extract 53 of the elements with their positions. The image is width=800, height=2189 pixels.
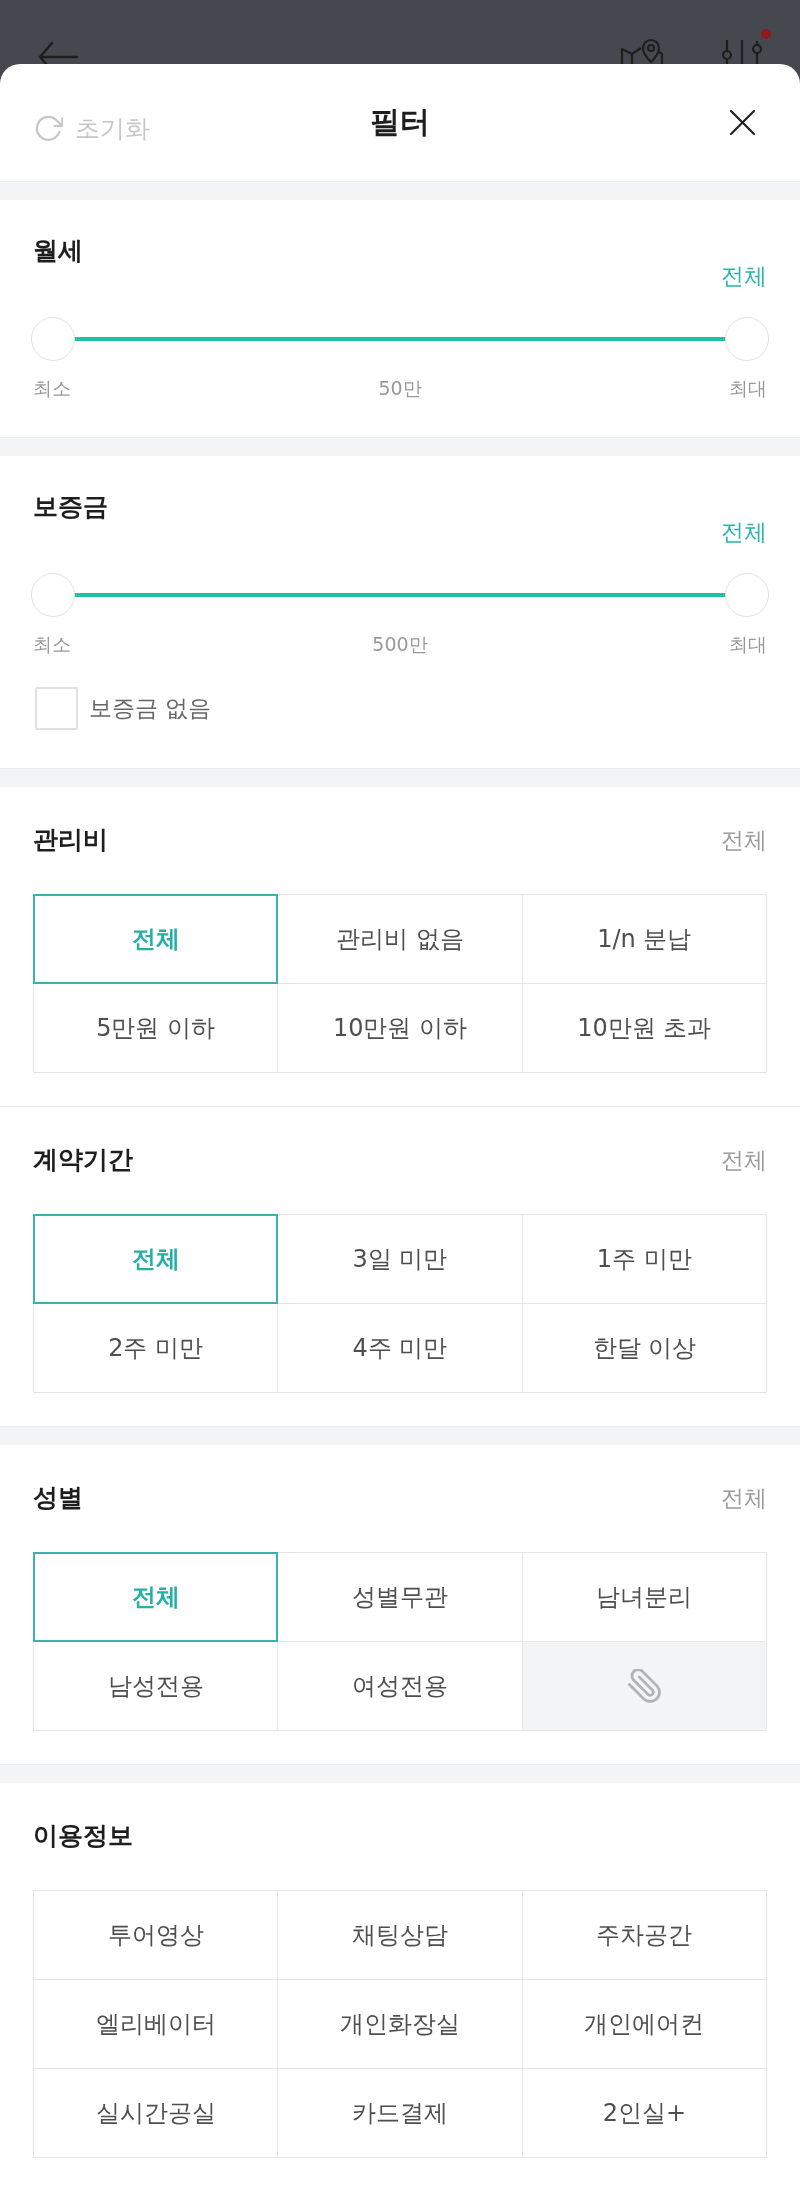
paperclip-icon [627,1669,662,1703]
section-title: 관리비 [33,826,108,854]
max-label: 최대 [729,633,767,655]
option-button[interactable]: 한달 이상 [522,1304,766,1392]
map-pin-icon[interactable] [620,37,664,64]
option-button[interactable]: 남성전용 [34,1642,278,1730]
min-label: 최소 [33,633,71,655]
refresh-icon [35,114,63,143]
option-button[interactable]: 성별무관 [278,1553,522,1641]
sliders-icon[interactable] [721,40,763,64]
option-button[interactable]: 관리비 없음 [278,895,522,983]
close-icon [729,109,756,136]
option-button[interactable]: 10만원 초과 [522,984,766,1072]
option-button[interactable]: 카드결제 [278,2069,522,2157]
slider-thumb[interactable] [31,317,75,361]
mid-label: 50만 [378,377,422,399]
filter-value: 전체 [721,263,767,289]
option-button[interactable]: 4주 미만 [278,1304,522,1392]
mid-label: 500만 [372,633,428,655]
section-title: 계약기간 [33,1146,133,1174]
option-button[interactable]: 개인화장실 [278,1980,522,2068]
option-button[interactable]: 3일 미만 [278,1215,522,1303]
slider-thumb[interactable] [725,573,769,617]
min-label: 최소 [33,377,71,399]
close-button[interactable] [729,109,756,136]
option-button[interactable]: 투어영상 [34,1891,278,1979]
slider-thumb[interactable] [31,573,75,617]
max-label: 최대 [729,377,767,399]
checkbox-label: 보증금 없음 [89,694,212,723]
section-title: 성별 [33,1484,83,1512]
option-button[interactable]: 엘리베이터 [34,1980,278,2068]
option-button[interactable]: 채팅상담 [278,1891,522,1979]
option-button[interactable]: 5만원 이하 [34,984,278,1072]
option-button[interactable]: 2주 미만 [34,1304,278,1392]
section-title: 보증금 [33,495,108,519]
option-button[interactable]: 2인실+ [522,2069,766,2157]
option-button[interactable]: 1/n 분납 [522,895,766,983]
option-button[interactable]: 주차공간 [522,1891,766,1979]
slider-thumb[interactable] [725,317,769,361]
filter-value: 전체 [721,519,767,545]
checkbox[interactable] [35,687,78,730]
option-button[interactable]: 실시간공실 [34,2069,278,2157]
filter-value: 전체 [721,1146,767,1174]
sheet-title: 필터 [370,103,430,141]
option-button[interactable]: 개인에어컨 [522,1980,766,2068]
section-title: 이용정보 [33,1822,133,1850]
option-button[interactable]: 여성전용 [278,1642,522,1730]
section-title: 월세 [33,239,83,263]
option-button[interactable]: 10만원 이하 [278,984,522,1072]
filter-value: 전체 [721,826,767,854]
option-button[interactable]: 남녀분리 [522,1553,766,1641]
option-button[interactable]: 1주 미만 [522,1215,766,1303]
filter-value: 전체 [721,1484,767,1512]
